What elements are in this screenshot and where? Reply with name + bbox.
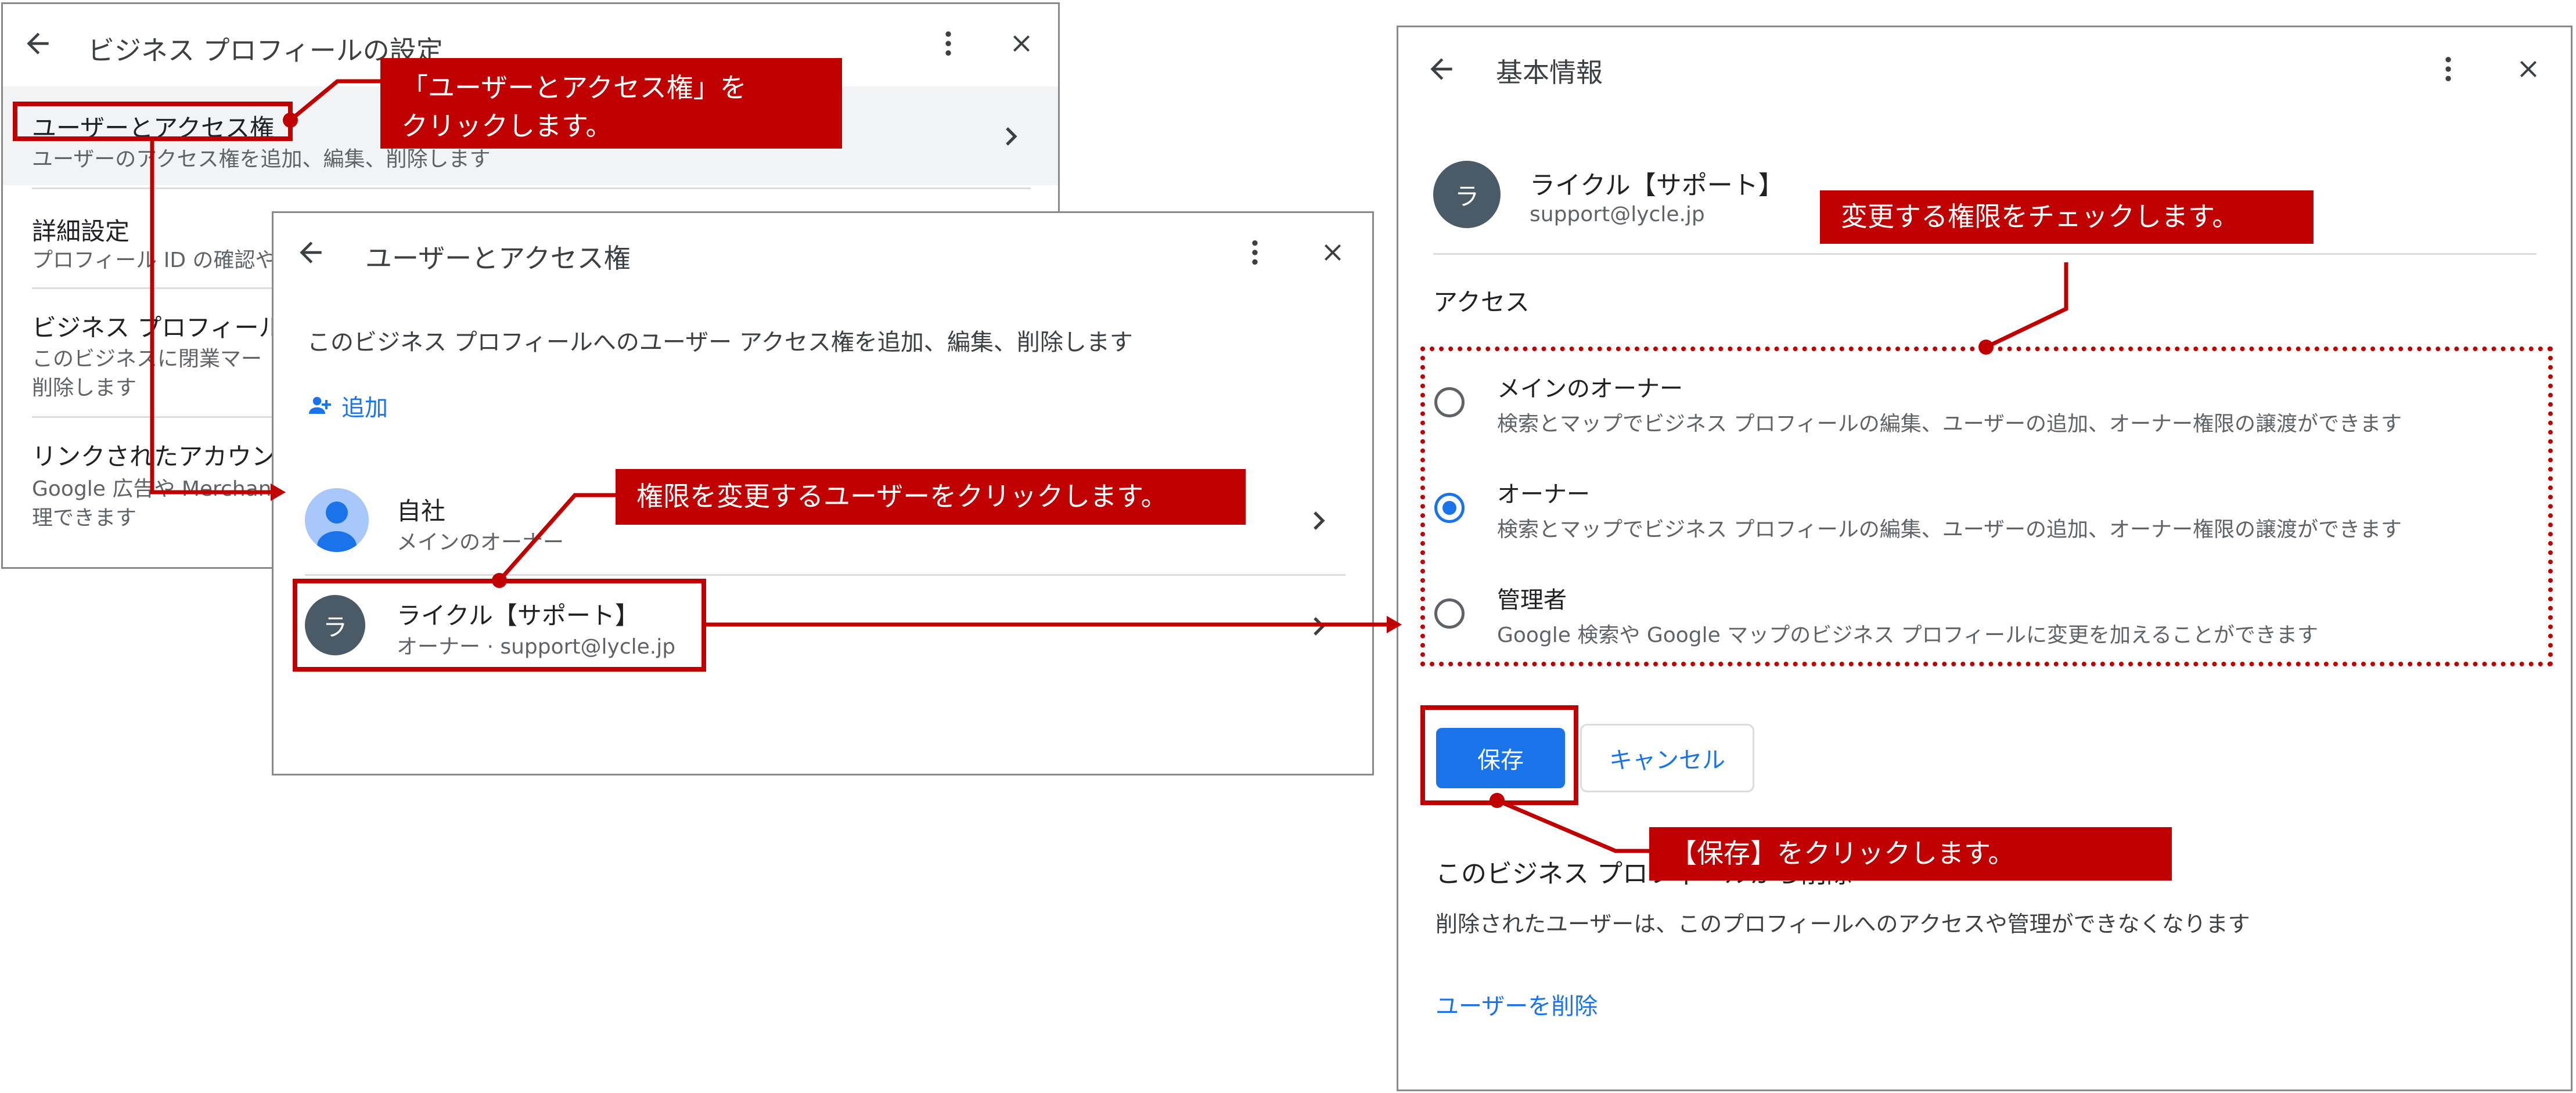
divider [1433,253,2537,255]
user-email: support@lycle.jp [1530,203,1705,226]
back-arrow-icon[interactable] [21,27,54,60]
person-add-icon [305,392,333,420]
callout-text: 変更する権限をチェックします。 [1841,201,2239,232]
chevron-right-icon [1303,610,1335,643]
user-name: 自社 [397,497,446,525]
item-title: リンクされたアカウン [32,442,276,471]
add-user-button[interactable]: 追加 [305,388,388,423]
highlight-access-options [1420,347,2553,666]
item-desc: プロフィール ID の確認や [32,248,276,272]
highlight-user-lycle [293,579,706,672]
divider [32,187,1031,189]
divider [305,574,1345,576]
chevron-right-icon [995,120,1027,153]
callout-click-user: 権限を変更するユーザーをクリックします。 [616,469,1246,525]
item-title: ビジネス プロフィール [32,313,283,342]
more-vert-icon[interactable] [1239,236,1271,269]
item-desc: 削除します [32,376,137,400]
callout-text: 【保存】をクリックします。 [1670,838,2015,869]
chevron-right-icon [1303,504,1335,537]
close-icon[interactable] [1319,239,1347,266]
user-role: メインのオーナー [397,531,564,554]
more-vert-icon[interactable] [2432,53,2465,85]
page-title: 基本情報 [1496,57,1603,88]
description: このビジネス プロフィールへのユーザー アクセス権を追加、編集、削除します [307,329,1133,356]
page-title: ユーザーとアクセス権 [365,243,631,274]
item-desc: Google 広告や Merchant [32,477,280,501]
highlight-users-access [13,102,293,141]
highlight-save-button [1420,705,1578,805]
callout-line: 「ユーザーとアクセス権」を [401,72,747,103]
callout-line: クリックします。 [401,110,613,142]
user-name: ライクル【サポート】 [1530,171,1784,200]
avatar [305,488,369,552]
close-icon[interactable] [2514,55,2542,83]
item-desc: このビジネスに閉業マー [32,347,262,371]
cancel-button[interactable]: キャンセル [1580,724,1754,792]
callout-text: 権限を変更するユーザーをクリックします。 [636,481,1168,512]
close-icon[interactable] [1008,30,1035,57]
back-arrow-icon[interactable] [1425,53,1458,85]
avatar: ラ [1433,161,1501,228]
callout-click-users-access: 「ユーザーとアクセス権」を クリックします。 [380,58,842,149]
add-label: 追加 [341,395,388,421]
item-desc: 理できます [32,506,137,530]
callout-click-save: 【保存】をクリックします。 [1649,827,2172,881]
item-title: 詳細設定 [32,217,130,246]
more-vert-icon[interactable] [932,27,965,60]
remove-user-link[interactable]: ユーザーを削除 [1435,987,1598,1021]
back-arrow-icon[interactable] [294,236,327,269]
callout-check-permission: 変更する権限をチェックします。 [1820,190,2314,244]
remove-desc: 削除されたユーザーは、このプロフィールへのアクセスや管理ができなくなります [1435,911,2250,937]
access-label: アクセス [1433,288,1530,316]
